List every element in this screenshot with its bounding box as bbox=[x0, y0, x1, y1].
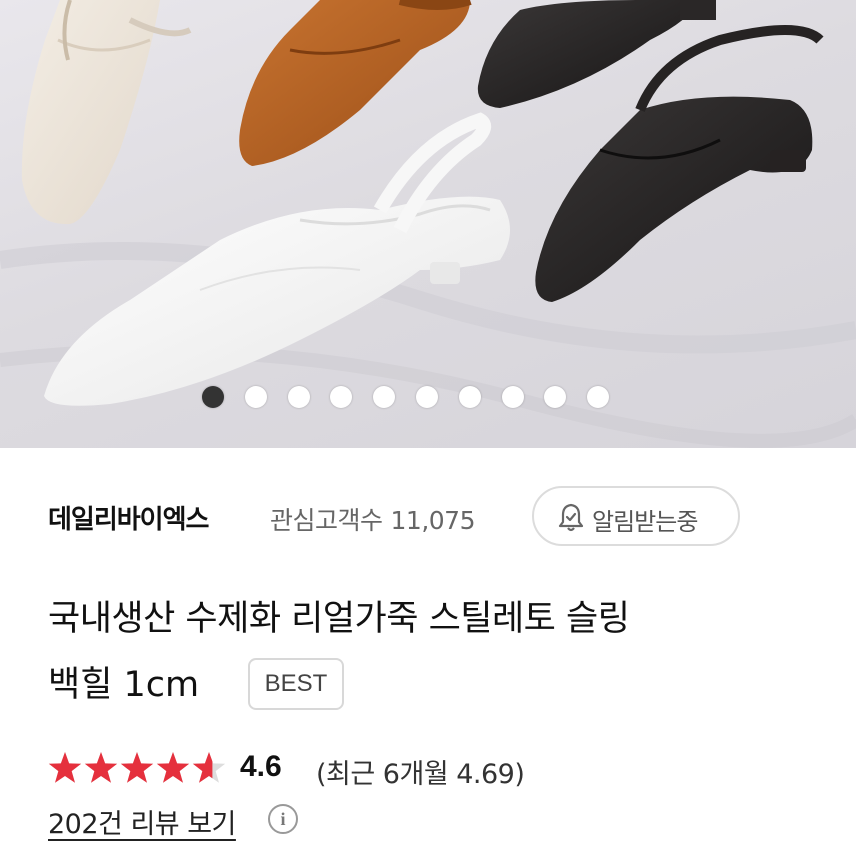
seller-name[interactable]: 데일리바이엑스 bbox=[48, 499, 209, 536]
seller-row: 데일리바이엑스 관심고객수 11,075 알림받는중 bbox=[48, 486, 808, 546]
product-image-carousel[interactable] bbox=[0, 0, 856, 448]
carousel-dot[interactable] bbox=[244, 386, 267, 408]
interest-count: 관심고객수 11,075 bbox=[270, 501, 476, 537]
recent-rating: (최근 6개월 4.69) bbox=[316, 759, 525, 790]
star-icon bbox=[84, 752, 118, 783]
alarm-button-label: 알림받는중 bbox=[592, 508, 698, 536]
info-icon[interactable]: i bbox=[268, 804, 298, 834]
rating-row: 4.6 (최근 6개월 4.69) bbox=[48, 750, 748, 790]
product-photo bbox=[0, 0, 856, 448]
star-icon bbox=[120, 752, 154, 783]
carousel-dot[interactable] bbox=[587, 386, 610, 408]
alarm-subscribe-button[interactable]: 알림받는중 bbox=[532, 486, 740, 546]
star-icon bbox=[156, 752, 190, 783]
carousel-dot[interactable] bbox=[287, 386, 310, 408]
carousel-dot[interactable] bbox=[330, 386, 353, 408]
carousel-dot[interactable] bbox=[202, 386, 224, 408]
bell-icon bbox=[558, 503, 584, 537]
carousel-dot[interactable] bbox=[373, 386, 396, 408]
best-badge: BEST bbox=[248, 658, 344, 710]
interest-number: 11,075 bbox=[390, 506, 476, 535]
star-rating bbox=[48, 752, 226, 783]
review-row: 202건 리뷰 보기 i bbox=[48, 802, 448, 842]
carousel-pagination bbox=[0, 386, 856, 410]
product-title-line2: 백힐 1cm bbox=[48, 665, 200, 705]
product-title-line1: 국내생산 수제화 리얼가죽 스틸레토 슬링 bbox=[48, 599, 630, 639]
carousel-dot[interactable] bbox=[544, 386, 567, 408]
rating-score: 4.6 bbox=[240, 750, 282, 783]
carousel-dot[interactable] bbox=[501, 386, 524, 408]
star-icon bbox=[48, 752, 82, 783]
carousel-dot[interactable] bbox=[416, 386, 438, 408]
interest-label: 관심고객수 bbox=[270, 506, 383, 535]
carousel-dot[interactable] bbox=[458, 386, 481, 408]
view-reviews-link[interactable]: 202건 리뷰 보기 bbox=[48, 802, 236, 841]
